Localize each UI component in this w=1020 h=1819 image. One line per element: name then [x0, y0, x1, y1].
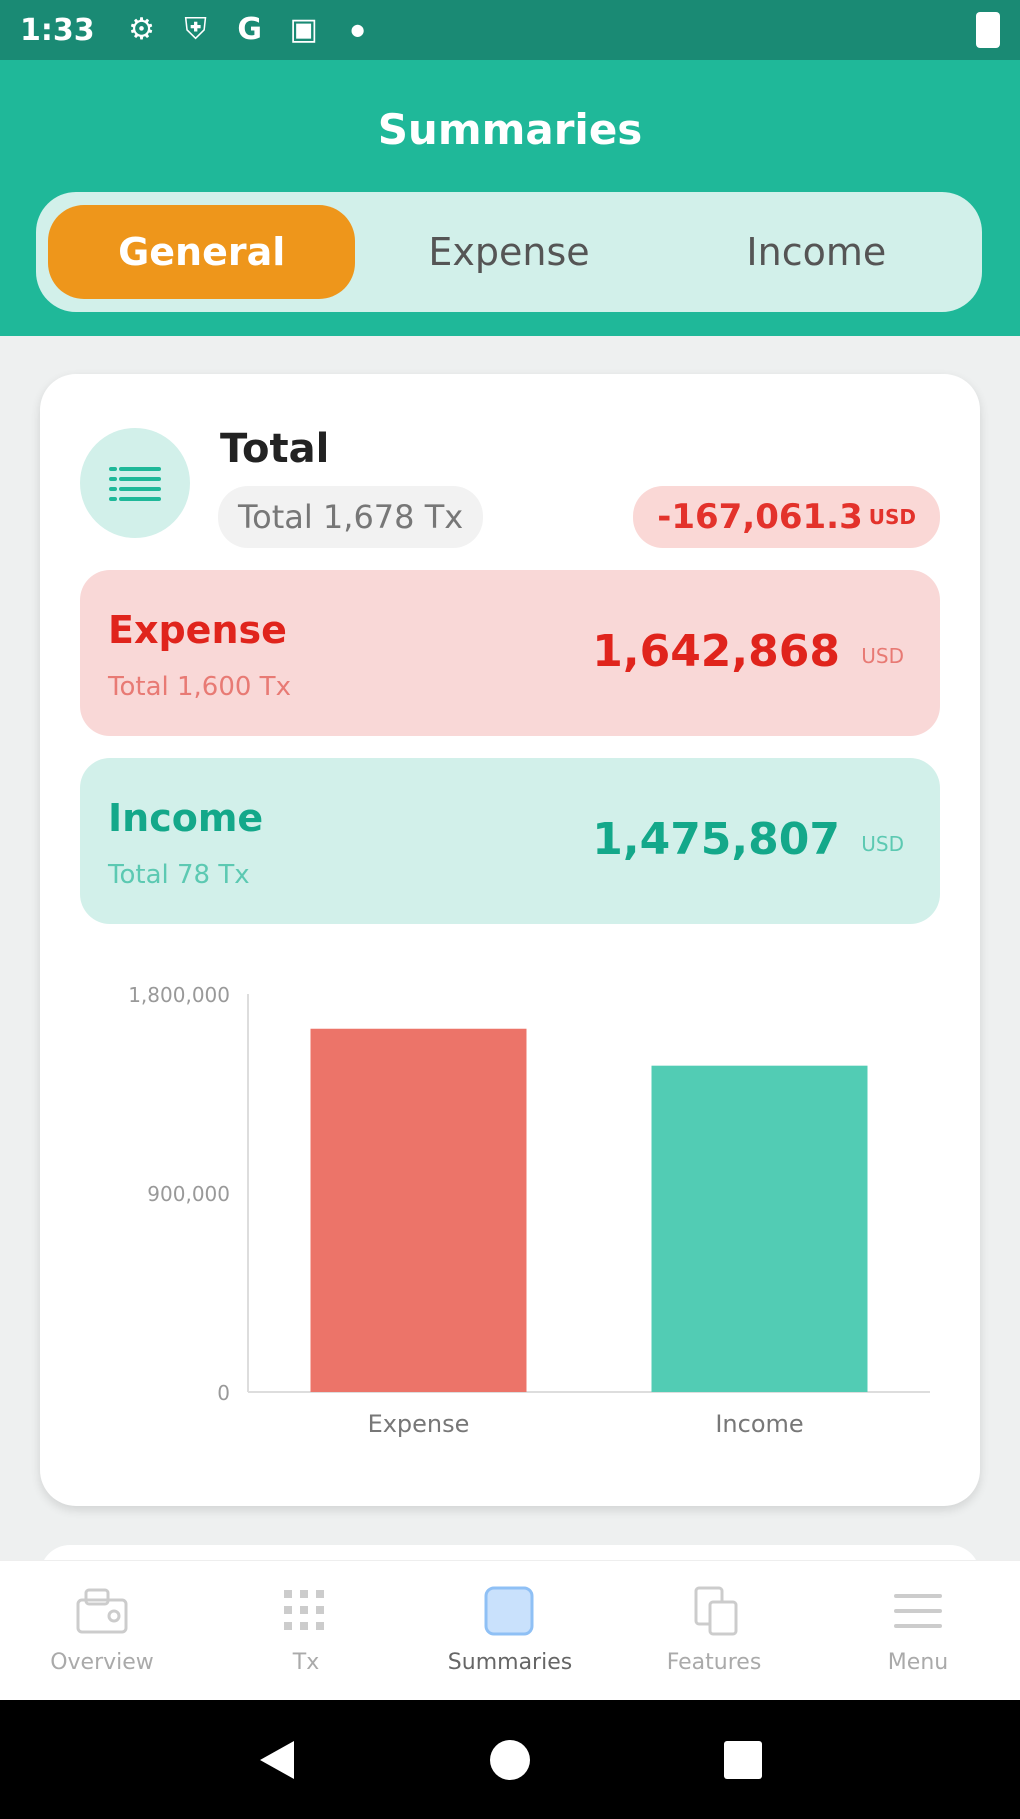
- net-unit: USD: [868, 505, 916, 529]
- bar-expense: [310, 1028, 527, 1392]
- overview-icon: [72, 1586, 132, 1636]
- tab-bar: General Expense Income: [36, 192, 982, 312]
- nav-features-label: Features: [666, 1650, 762, 1675]
- y-tick-label: 900,000: [147, 1182, 230, 1206]
- image-icon: ▣: [289, 12, 318, 47]
- tab-expense[interactable]: Expense: [355, 205, 662, 299]
- app-header: Summaries General Expense Income: [0, 60, 1020, 336]
- settings-icon: ⚙: [128, 12, 156, 47]
- tab-general[interactable]: General: [48, 205, 356, 299]
- nav-features[interactable]: Features: [612, 1561, 816, 1700]
- status-time: 1:33: [20, 12, 95, 48]
- income-unit: USD: [861, 832, 904, 856]
- home-icon[interactable]: [485, 1735, 535, 1785]
- nav-tx-label: Tx: [292, 1650, 320, 1675]
- transactions-icon: [276, 1586, 336, 1636]
- expense-unit: USD: [861, 644, 904, 668]
- nav-overview[interactable]: Overview: [0, 1561, 204, 1700]
- expense-summary[interactable]: Expense Total 1,600 Tx 1,642,868 USD: [80, 570, 940, 736]
- x-tick-label: Expense: [368, 1410, 470, 1438]
- system-nav-bar: [0, 1700, 1020, 1819]
- shield-icon: ⛨: [184, 12, 207, 47]
- summaries-icon: [480, 1586, 540, 1636]
- expense-tx-count: Total 1,600 Tx: [108, 672, 291, 702]
- menu-icon: [888, 1586, 948, 1636]
- nav-tx[interactable]: Tx: [204, 1561, 408, 1700]
- y-tick-label: 1,800,000: [128, 983, 230, 1007]
- income-amount: 1,475,807: [592, 814, 840, 865]
- x-tick-label: Income: [715, 1410, 803, 1438]
- net-amount-badge: -167,061.3 USD: [633, 486, 940, 548]
- status-bar: 1:33 ⚙ ⛨ G ▣ ●: [0, 0, 1020, 60]
- list-icon: [80, 428, 190, 538]
- google-icon: G: [237, 12, 262, 47]
- nav-summaries[interactable]: Summaries: [408, 1561, 612, 1700]
- back-icon[interactable]: [252, 1735, 302, 1785]
- tab-income[interactable]: Income: [663, 205, 970, 299]
- expense-label: Expense: [108, 608, 287, 652]
- income-label: Income: [108, 796, 264, 840]
- page-title: Summaries: [377, 105, 643, 154]
- bar-income: [651, 1065, 868, 1392]
- nav-menu[interactable]: Menu: [816, 1561, 1020, 1700]
- recents-icon[interactable]: [718, 1735, 768, 1785]
- features-icon: [684, 1586, 744, 1636]
- net-amount: -167,061.3: [657, 497, 863, 537]
- battery-icon: [976, 12, 1000, 48]
- nav-overview-label: Overview: [50, 1650, 154, 1675]
- bar-chart: 0 900,000 1,800,000 Expense Income: [60, 974, 960, 1474]
- summary-card: Total Total 1,678 Tx -167,061.3 USD Expe…: [40, 374, 980, 1506]
- total-tx-badge: Total 1,678 Tx: [218, 486, 484, 548]
- bottom-nav: Overview Tx Summaries Features Menu: [0, 1560, 1020, 1700]
- status-icons: ⚙ ⛨ G ▣ ●: [125, 13, 375, 47]
- y-tick-label: 0: [217, 1381, 230, 1405]
- total-title: Total: [220, 426, 330, 472]
- income-tx-count: Total 78 Tx: [108, 860, 250, 890]
- expense-amount: 1,642,868: [592, 626, 840, 677]
- nav-summaries-label: Summaries: [447, 1650, 573, 1675]
- bar-chart-svg: 0 900,000 1,800,000 Expense Income: [128, 983, 930, 1438]
- income-summary[interactable]: Income Total 78 Tx 1,475,807 USD: [80, 758, 940, 924]
- dot-icon: ●: [350, 20, 365, 39]
- nav-menu-label: Menu: [887, 1650, 949, 1675]
